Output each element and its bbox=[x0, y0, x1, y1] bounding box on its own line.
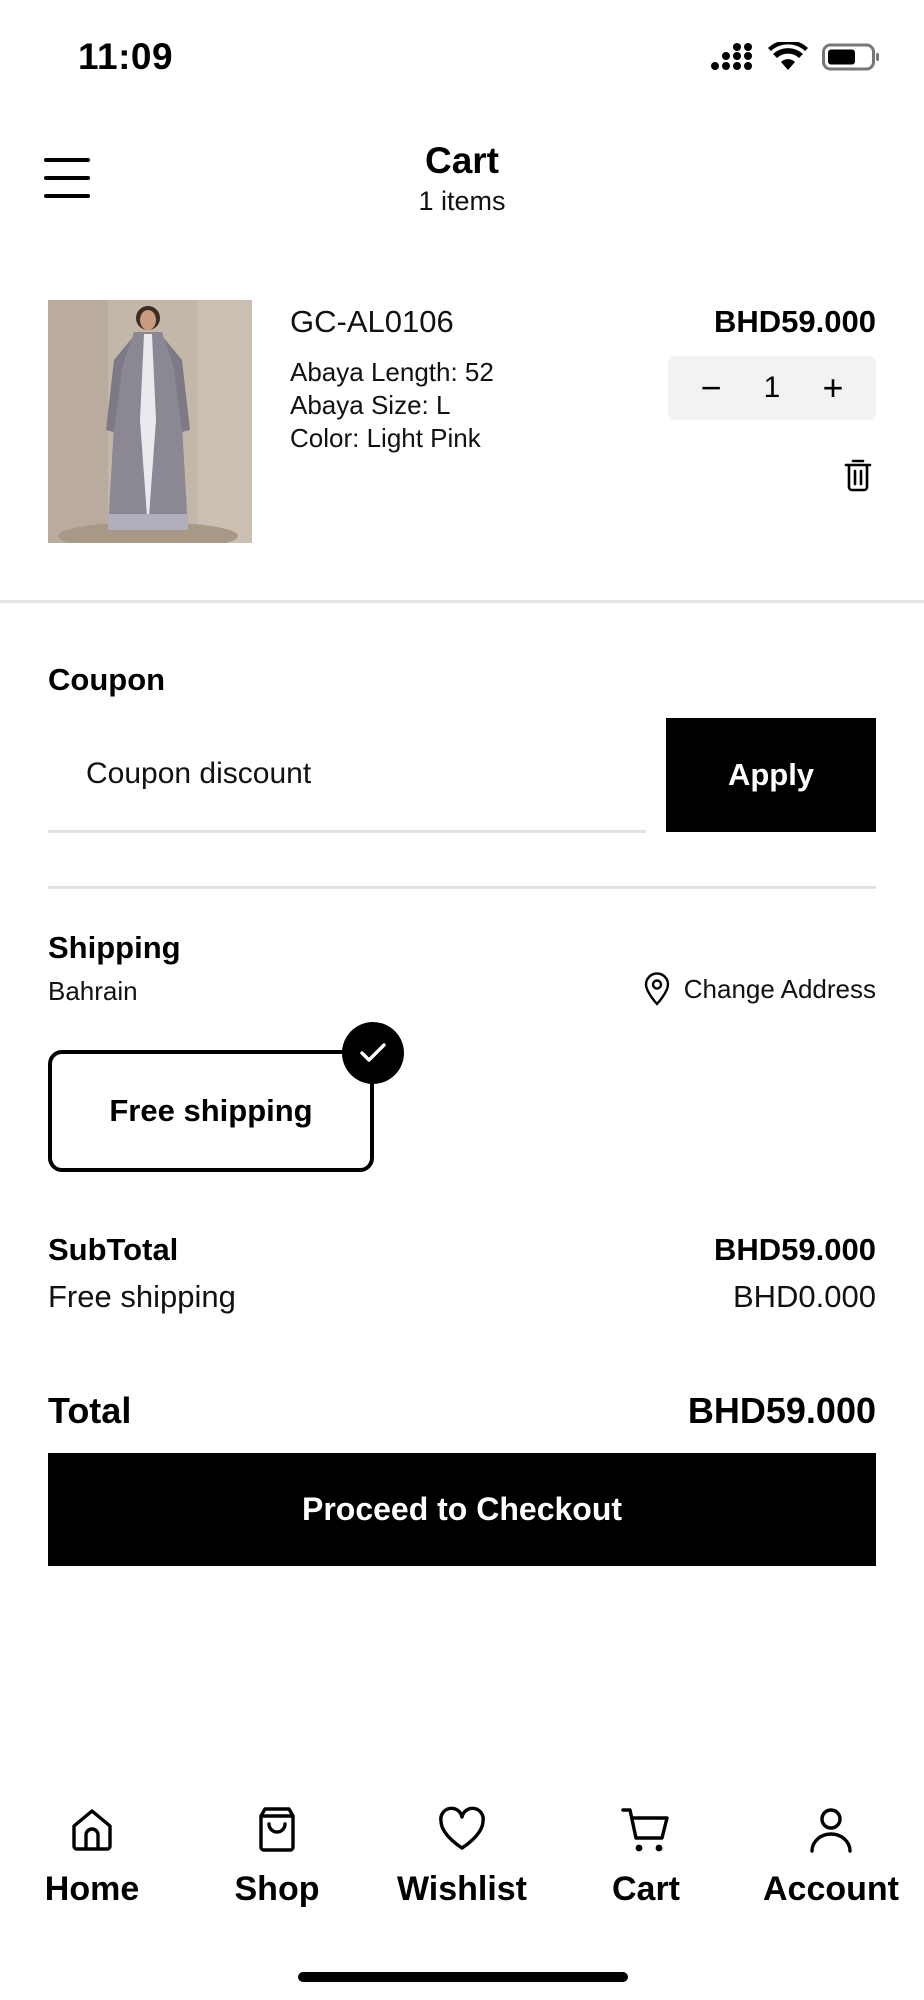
wifi-icon bbox=[768, 42, 808, 70]
product-attribute-size: Abaya Size: L bbox=[290, 390, 451, 420]
change-address-button[interactable]: Change Address bbox=[642, 972, 876, 1006]
heart-icon bbox=[439, 1806, 485, 1850]
battery-icon bbox=[822, 43, 879, 71]
nav-label-home: Home bbox=[44, 1870, 140, 1908]
nav-item-account[interactable]: Account bbox=[746, 1804, 916, 1909]
section-divider bbox=[48, 886, 876, 889]
proceed-to-checkout-button[interactable]: Proceed to Checkout bbox=[48, 1453, 876, 1566]
product-attributes: Abaya Length: 52 Abaya Size: L Color: Li… bbox=[290, 356, 494, 455]
quantity-stepper: − 1 + bbox=[668, 356, 876, 420]
nav-label-account: Account bbox=[763, 1870, 899, 1908]
cellular-signal-icon bbox=[711, 43, 752, 70]
subtotal-label: SubTotal bbox=[48, 1232, 179, 1267]
total-row: Total BHD59.000 bbox=[48, 1390, 876, 1432]
subtotal-row: SubTotal BHD59.000 bbox=[48, 1232, 876, 1268]
apply-coupon-button[interactable]: Apply bbox=[666, 718, 876, 832]
shipping-cost-label: Free shipping bbox=[48, 1279, 236, 1314]
nav-label-wishlist: Wishlist bbox=[396, 1870, 528, 1908]
shipping-option-free[interactable]: Free shipping bbox=[48, 1050, 374, 1172]
quantity-value: 1 bbox=[763, 371, 781, 404]
bottom-navigation: Home Shop Wishlist Cart Account bbox=[0, 1790, 924, 1930]
user-icon bbox=[810, 1808, 852, 1853]
product-attribute-length: Abaya Length: 52 bbox=[290, 357, 494, 387]
nav-label-cart: Cart bbox=[611, 1870, 681, 1908]
product-attribute-color: Color: Light Pink bbox=[290, 423, 481, 453]
shipping-option-label: Free shipping bbox=[109, 1093, 313, 1128]
nav-item-shop[interactable]: Shop bbox=[192, 1804, 362, 1909]
increment-button[interactable]: + bbox=[818, 370, 848, 406]
shipping-cost-value: BHD0.000 bbox=[732, 1279, 876, 1314]
status-bar: 11:09 bbox=[0, 0, 924, 110]
trash-icon[interactable] bbox=[844, 458, 872, 492]
shipping-label: Shipping bbox=[48, 930, 181, 965]
total-value: BHD59.000 bbox=[687, 1390, 876, 1431]
product-image[interactable] bbox=[48, 300, 252, 543]
cart-item-count: 1 items bbox=[418, 186, 506, 216]
coupon-label: Coupon bbox=[48, 662, 166, 697]
subtotal-value: BHD59.000 bbox=[714, 1232, 876, 1267]
product-price: BHD59.000 bbox=[714, 304, 876, 339]
home-indicator[interactable] bbox=[298, 1972, 628, 1982]
status-icons bbox=[710, 42, 880, 72]
home-icon bbox=[72, 1809, 112, 1851]
change-address-label: Change Address bbox=[683, 973, 876, 1004]
cart-icon bbox=[621, 1808, 669, 1852]
section-divider bbox=[0, 600, 924, 603]
shipping-cost-row: Free shipping BHD0.000 bbox=[48, 1279, 876, 1315]
app-header: Cart 1 items bbox=[0, 130, 924, 230]
nav-item-wishlist[interactable]: Wishlist bbox=[377, 1804, 547, 1909]
product-sku: GC-AL0106 bbox=[290, 304, 454, 339]
shipping-country: Bahrain bbox=[48, 976, 138, 1006]
total-label: Total bbox=[48, 1390, 132, 1431]
nav-label-shop: Shop bbox=[234, 1870, 320, 1908]
page-title: Cart bbox=[424, 140, 500, 181]
cart-item: GC-AL0106 Abaya Length: 52 Abaya Size: L… bbox=[0, 290, 924, 550]
nav-item-home[interactable]: Home bbox=[7, 1804, 177, 1909]
nav-item-cart[interactable]: Cart bbox=[561, 1804, 731, 1909]
product-photo-illustration bbox=[48, 300, 252, 543]
status-time: 11:09 bbox=[78, 36, 174, 77]
decrement-button[interactable]: − bbox=[696, 370, 726, 406]
location-pin-icon bbox=[644, 972, 669, 1006]
shopping-bag-icon bbox=[259, 1807, 295, 1852]
coupon-input[interactable] bbox=[48, 718, 646, 833]
selected-check-icon bbox=[342, 1022, 404, 1084]
